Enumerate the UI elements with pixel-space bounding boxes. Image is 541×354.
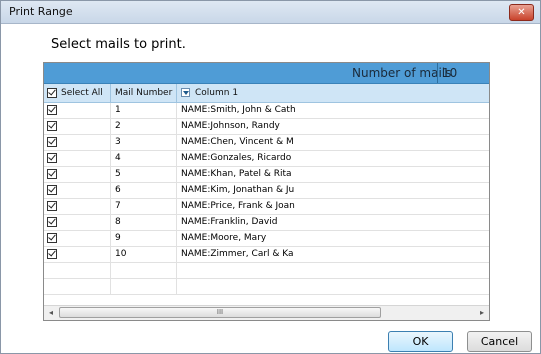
empty-cell — [44, 263, 111, 279]
mail-number-cell: 10 — [111, 247, 177, 263]
mail-number-cell: 9 — [111, 231, 177, 247]
empty-cell — [177, 263, 489, 279]
summary-bar: Number of mails 10 — [44, 63, 489, 84]
column-1-cell: NAME:Johnson, Randy — [181, 121, 280, 131]
select-all-header[interactable]: Select All — [44, 84, 111, 102]
row-checkbox[interactable] — [47, 104, 57, 115]
check-icon — [48, 232, 56, 240]
window-title: Print Range — [9, 5, 73, 18]
row-checkbox[interactable] — [47, 200, 57, 211]
mail-number-cell: 8 — [111, 215, 177, 231]
close-icon: ✕ — [517, 7, 526, 18]
select-cell — [44, 135, 111, 151]
table-row[interactable]: 3 NAME:Chen, Vincent & M — [44, 135, 489, 151]
summary-divider — [437, 63, 438, 83]
title-bar: Print Range ✕ — [1, 1, 540, 24]
mail-number-cell: 1 — [111, 103, 177, 119]
print-range-dialog: Print Range ✕ Select mails to print. Num… — [0, 0, 541, 354]
empty-cell — [177, 279, 489, 295]
table-row[interactable]: 7 NAME:Price, Frank & Joan — [44, 199, 489, 215]
column-1-cell: NAME:Moore, Mary — [181, 233, 267, 243]
mail-number-header-label: Mail Number — [115, 88, 173, 98]
table-row[interactable]: 10 NAME:Zimmer, Carl & Ka — [44, 247, 489, 263]
select-cell — [44, 119, 111, 135]
column-1-cell: NAME:Zimmer, Carl & Ka — [181, 249, 294, 259]
empty-cell — [44, 279, 111, 295]
row-checkbox[interactable] — [47, 184, 57, 195]
column-1-cell: NAME:Gonzales, Ricardo — [181, 153, 292, 163]
row-checkbox[interactable] — [47, 248, 57, 259]
check-icon — [48, 120, 56, 128]
check-icon — [48, 216, 56, 224]
select-cell — [44, 183, 111, 199]
filter-dropdown-icon[interactable] — [181, 88, 190, 97]
close-button[interactable]: ✕ — [509, 4, 534, 21]
select-cell — [44, 199, 111, 215]
scroll-right-icon[interactable]: ▸ — [475, 306, 489, 320]
row-checkbox[interactable] — [47, 232, 57, 243]
mail-number-cell: 7 — [111, 199, 177, 215]
check-icon — [48, 152, 56, 160]
mail-number-cell: 5 — [111, 167, 177, 183]
ok-button[interactable]: OK — [388, 331, 453, 352]
check-icon — [48, 87, 56, 95]
select-all-checkbox[interactable] — [47, 87, 57, 98]
check-icon — [48, 248, 56, 256]
select-cell — [44, 103, 111, 119]
empty-cell — [111, 263, 177, 279]
mail-number-cell: 6 — [111, 183, 177, 199]
check-icon — [48, 168, 56, 176]
column-1-header-label: Column 1 — [195, 88, 239, 98]
scrollbar-thumb[interactable]: III — [59, 307, 381, 318]
empty-row — [44, 263, 489, 279]
select-cell — [44, 167, 111, 183]
instruction-text: Select mails to print. — [51, 37, 186, 52]
table-row[interactable]: 8 NAME:Franklin, David — [44, 215, 489, 231]
column-1-cell: NAME:Khan, Patel & Rita — [181, 169, 292, 179]
table-row[interactable]: 5 NAME:Khan, Patel & Rita — [44, 167, 489, 183]
horizontal-scrollbar[interactable]: ◂ III ▸ — [44, 305, 489, 320]
check-icon — [48, 184, 56, 192]
check-icon — [48, 104, 56, 112]
row-checkbox[interactable] — [47, 120, 57, 131]
table-row[interactable]: 1 NAME:Smith, John & Cath — [44, 103, 489, 119]
select-cell — [44, 231, 111, 247]
row-checkbox[interactable] — [47, 136, 57, 147]
table-row[interactable]: 4 NAME:Gonzales, Ricardo — [44, 151, 489, 167]
table-body: 1 NAME:Smith, John & Cath 2 NAME:Johnson, R… — [44, 103, 489, 306]
column-1-cell: NAME:Kim, Jonathan & Ju — [181, 185, 295, 195]
mail-number-cell: 3 — [111, 135, 177, 151]
table-row[interactable]: 9 NAME:Moore, Mary — [44, 231, 489, 247]
column-1-header[interactable]: Column 1 — [177, 84, 489, 102]
select-cell — [44, 247, 111, 263]
check-icon — [48, 136, 56, 144]
column-1-cell: NAME:Smith, John & Cath — [181, 105, 296, 115]
mail-number-header[interactable]: Mail Number — [111, 84, 177, 102]
row-checkbox[interactable] — [47, 152, 57, 163]
check-icon — [48, 200, 56, 208]
column-1-cell: NAME:Franklin, David — [181, 217, 278, 227]
column-1-cell: NAME:Price, Frank & Joan — [181, 201, 295, 211]
table-row[interactable]: 2 NAME:Johnson, Randy — [44, 119, 489, 135]
mail-count-value: 10 — [442, 66, 458, 80]
column-1-cell: NAME:Chen, Vincent & M — [181, 137, 294, 147]
cancel-button[interactable]: Cancel — [467, 331, 532, 352]
empty-cell — [111, 279, 177, 295]
select-all-label: Select All — [61, 88, 103, 98]
row-checkbox[interactable] — [47, 216, 57, 227]
row-checkbox[interactable] — [47, 168, 57, 179]
empty-row — [44, 279, 489, 295]
mail-number-cell: 2 — [111, 119, 177, 135]
mail-grid: Number of mails 10 Select All Mail Numbe… — [43, 62, 490, 321]
select-cell — [44, 151, 111, 167]
table-row[interactable]: 6 NAME:Kim, Jonathan & Ju — [44, 183, 489, 199]
table-header: Select All Mail Number Column 1 — [44, 84, 489, 103]
select-cell — [44, 215, 111, 231]
scroll-left-icon[interactable]: ◂ — [44, 306, 58, 320]
mail-number-cell: 4 — [111, 151, 177, 167]
